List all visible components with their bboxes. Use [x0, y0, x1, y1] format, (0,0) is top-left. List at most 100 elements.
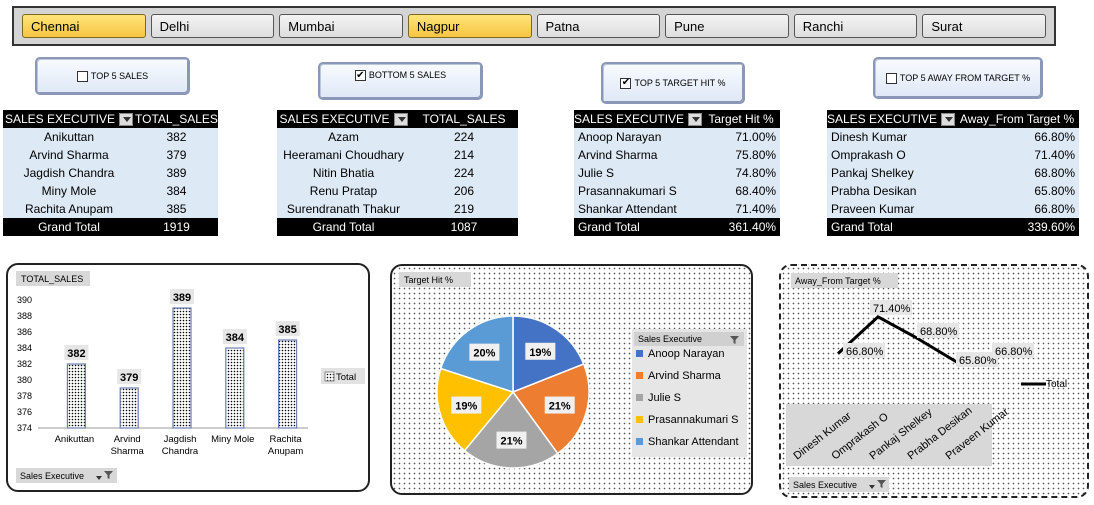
executive-cell: Shankar Attendant — [574, 200, 703, 218]
filter-button-label: Sales Executive — [793, 480, 857, 490]
table-row: Anikuttan 382 — [3, 128, 218, 146]
slicer-item-pune[interactable]: Pune — [665, 14, 789, 38]
top5-away-button[interactable]: TOP 5 AWAY FROM TARGET % — [873, 57, 1043, 99]
filter-icon[interactable] — [119, 113, 134, 127]
y-tick-label: 388 — [17, 311, 32, 321]
bottom5-sales-button[interactable]: ✔ BOTTOM 5 SALES — [318, 62, 483, 100]
executive-cell: Dinesh Kumar — [827, 128, 956, 146]
x-tick-label: Anikuttan — [55, 434, 95, 445]
column-header-executive[interactable]: SALES EXECUTIVE — [574, 110, 703, 128]
executive-cell: Surendranath Thakur — [277, 200, 410, 218]
legend-label: Prasannakumari S — [648, 414, 739, 426]
column-header-value: Target Hit % — [702, 110, 781, 128]
slicer-item-patna[interactable]: Patna — [536, 14, 661, 38]
data-label: 71.40% — [873, 303, 911, 315]
executive-cell: Jagdish Chandra — [3, 164, 135, 182]
table-row: Julie S 74.80% — [574, 164, 781, 182]
top5-target-hit-button[interactable]: ✔ TOP 5 TARGET HIT % — [601, 62, 745, 104]
legend-swatch — [636, 350, 643, 357]
y-tick-label: 386 — [17, 327, 32, 337]
executive-cell: Arvind Sharma — [574, 146, 703, 164]
away-target-chart: Away_From Target % 66.80% 71.40% 68.80% 65.8… — [779, 264, 1089, 498]
bar — [172, 307, 192, 429]
value-cell: 385 — [135, 200, 218, 218]
slicer-item-ranchi[interactable]: Ranchi — [793, 14, 918, 38]
value-cell: 379 — [135, 146, 218, 164]
value-cell: 65.80% — [955, 182, 1080, 200]
table-row: Prabha Desikan 65.80% — [827, 182, 1080, 200]
executive-cell: Prabha Desikan — [827, 182, 956, 200]
y-tick-label: 378 — [17, 391, 32, 401]
x-tick-label: Anupam — [268, 446, 303, 457]
filter-icon[interactable] — [393, 113, 408, 127]
executive-cell: Praveen Kumar — [827, 200, 956, 218]
value-cell: 68.80% — [955, 164, 1080, 182]
target-hit-chart: Target Hit % 19% 21% 21% 19% 20% Sales Executi… — [390, 264, 753, 495]
x-tick-label: Chandra — [162, 446, 199, 457]
table-row: Nitin Bhatia 224 — [277, 164, 518, 182]
top5-away-checkbox[interactable] — [885, 72, 897, 84]
legend-swatch — [636, 372, 643, 379]
top5-sales-button[interactable]: TOP 5 SALES — [35, 57, 190, 95]
table-row: Miny Mole 384 — [3, 182, 218, 200]
slicer-item-mumbai[interactable]: Mumbai — [279, 14, 403, 38]
grand-total-row: Grand Total 339.60% — [827, 218, 1080, 236]
value-cell: 71.00% — [702, 128, 781, 146]
value-cell: 71.40% — [702, 200, 781, 218]
total-sales-bar-svg: TOTAL_SALES 374 376 378 380 382 384 386 388 390 38… — [16, 271, 365, 483]
away-target-line-svg: Away_From Target % 66.80% 71.40% 68.80% 65.8… — [786, 273, 1067, 492]
chart-title: Away_From Target % — [795, 276, 881, 286]
grand-total-row: Grand Total 1087 — [277, 218, 518, 236]
chart-title: TOTAL_SALES — [21, 274, 83, 284]
slicer-item-delhi[interactable]: Delhi — [150, 14, 275, 38]
bar — [119, 387, 139, 429]
x-tick-label: Sharma — [111, 446, 145, 457]
data-label: 20% — [473, 348, 495, 360]
value-cell: 384 — [135, 182, 218, 200]
data-label: 389 — [173, 292, 191, 304]
y-tick-label: 374 — [17, 423, 32, 433]
data-label: 384 — [226, 332, 245, 344]
bar — [278, 339, 298, 429]
grand-total-value: 339.60% — [955, 218, 1080, 236]
table-row: Pankaj Shelkey 68.80% — [827, 164, 1080, 182]
legend-title: Sales Executive — [638, 334, 702, 344]
bottom5-sales-label: BOTTOM 5 SALES — [368, 70, 447, 80]
x-tick-label: Arvind — [114, 434, 141, 445]
legend-swatch — [636, 416, 643, 423]
y-tick-label: 380 — [17, 375, 32, 385]
bottom5-sales-checkbox[interactable]: ✔ — [354, 70, 366, 81]
slicer-item-nagpur[interactable]: Nagpur — [407, 14, 532, 38]
data-label: 66.80% — [846, 346, 884, 358]
value-cell: 382 — [135, 128, 218, 146]
column-header-value: TOTAL_SALES — [135, 110, 218, 128]
y-tick-label: 376 — [17, 407, 32, 417]
top5-sales-table: SALES EXECUTIVE TOTAL_SALES Anikuttan 382 Ar… — [3, 110, 218, 236]
top5-sales-checkbox[interactable] — [76, 70, 88, 82]
grand-total-value: 1919 — [135, 218, 218, 236]
value-cell: 74.80% — [702, 164, 781, 182]
filter-icon[interactable] — [941, 113, 956, 127]
table-row: Dinesh Kumar 66.80% — [827, 128, 1080, 146]
grand-total-label: Grand Total — [3, 218, 135, 236]
x-tick-label: Rachita — [269, 434, 302, 445]
column-header-executive[interactable]: SALES EXECUTIVE — [277, 110, 410, 128]
filter-icon[interactable] — [688, 113, 703, 127]
legend-label: Total — [336, 372, 356, 383]
table-row: Heeramani Choudhary 214 — [277, 146, 518, 164]
value-cell: 66.80% — [955, 128, 1080, 146]
away-target-table: SALES EXECUTIVE Away_From Target % Dinesh … — [827, 110, 1080, 236]
value-cell: 71.40% — [955, 146, 1080, 164]
slicer-item-chennai[interactable]: Chennai — [22, 14, 146, 38]
slicer-item-surat[interactable]: Surat — [922, 14, 1046, 38]
total-sales-chart: TOTAL_SALES 374 376 378 380 382 384 386 388 390 38… — [6, 263, 370, 492]
value-cell: 224 — [410, 128, 518, 146]
top5-target-hit-checkbox[interactable]: ✔ — [620, 77, 632, 89]
executive-cell: Julie S — [574, 164, 703, 182]
legend-swatch — [636, 438, 643, 445]
column-header-executive[interactable]: SALES EXECUTIVE — [3, 110, 135, 128]
executive-cell: Heeramani Choudhary — [277, 146, 410, 164]
table-row: Praveen Kumar 66.80% — [827, 200, 1080, 218]
column-header-executive[interactable]: SALES EXECUTIVE — [827, 110, 956, 128]
bottom5-sales-table: SALES EXECUTIVE TOTAL_SALES Azam 224 Heerama… — [277, 110, 518, 236]
